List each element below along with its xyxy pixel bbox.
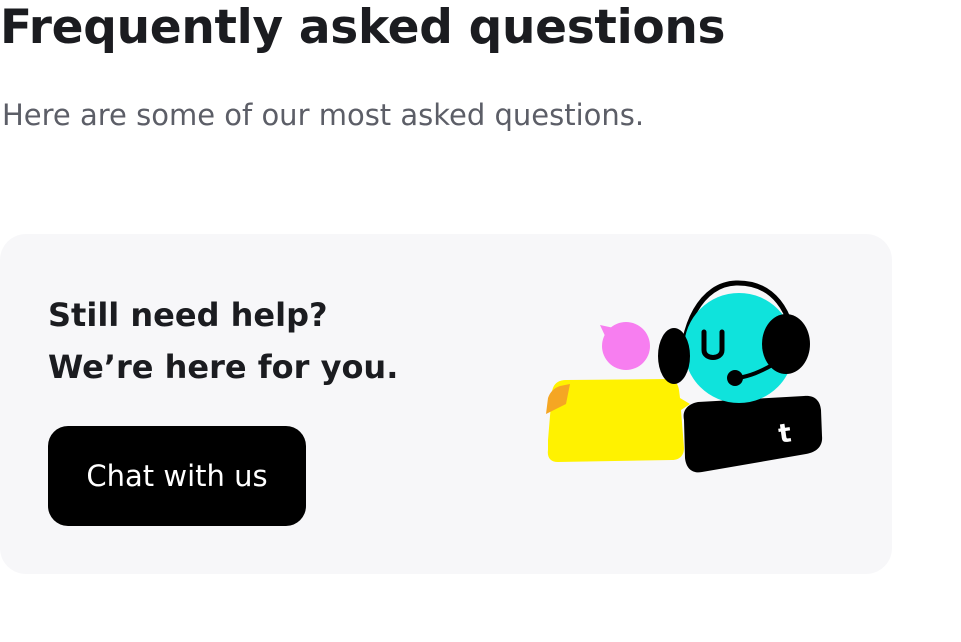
- badge-icon: t: [683, 395, 823, 473]
- chat-with-us-button[interactable]: Chat with us: [48, 426, 306, 526]
- page-title: Frequently asked questions: [0, 0, 726, 55]
- yellow-speech-bubble-icon: [546, 379, 690, 462]
- help-heading-line-2: We’re here for you.: [48, 348, 399, 386]
- help-card: Still need help? We’re here for you. Cha…: [0, 234, 892, 574]
- page-subtitle: Here are some of our most asked question…: [2, 98, 645, 132]
- support-agent-illustration: t: [546, 280, 823, 473]
- faq-page: Frequently asked questions Here are some…: [0, 0, 961, 642]
- pink-speech-bubble-icon: [600, 322, 650, 370]
- help-heading-line-1: Still need help?: [48, 296, 328, 334]
- help-heading: Still need help? We’re here for you.: [48, 289, 398, 393]
